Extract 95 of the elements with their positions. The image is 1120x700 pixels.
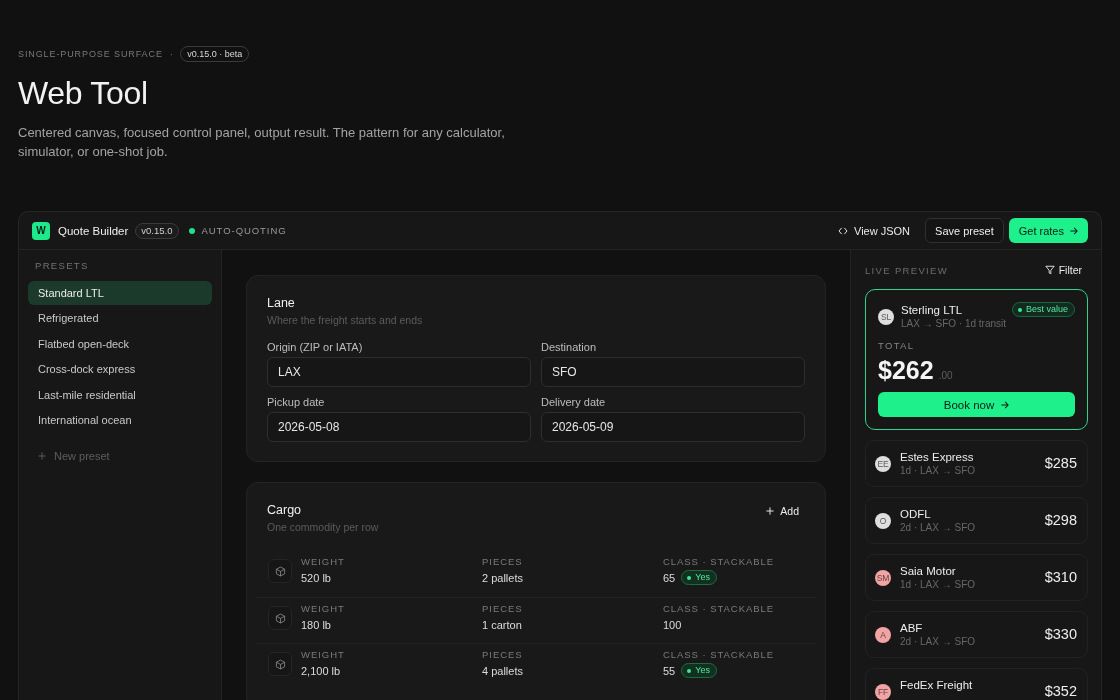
field-label: Pickup date (267, 396, 326, 409)
column-label: CLASS · STACKABLE (663, 603, 775, 615)
carrier-avatar: FF (875, 684, 891, 700)
price-cents: .00 (938, 370, 953, 381)
total-price: $262 (878, 356, 934, 384)
cube-icon (268, 559, 292, 583)
column-label: PIECES (482, 649, 524, 661)
filter-button[interactable]: Filter (1044, 264, 1088, 276)
field-label: Delivery date (541, 396, 607, 409)
quote-card[interactable]: O ODFL 2d · LAX → SFO $298 (865, 497, 1088, 544)
view-json-link[interactable]: View JSON (834, 218, 915, 243)
route-text: 2d · LAX → SFO (900, 521, 977, 534)
card-title: Lane (267, 296, 296, 311)
cell-value: 65 (663, 570, 676, 585)
get-rates-button[interactable]: Get rates (1008, 218, 1088, 243)
carrier-avatar: SL (878, 309, 894, 325)
carrier-name: Sterling LTL (901, 303, 963, 317)
arrow-icon (1001, 400, 1010, 409)
route-text: LAX → SFO · 1d transit (901, 317, 1008, 330)
plus-icon (766, 507, 775, 515)
card-subtitle: Where the freight starts and ends (267, 314, 424, 327)
status-text: AUTO-QUOTING (201, 225, 287, 236)
column-label: WEIGHT (301, 649, 346, 661)
version-badge: v0.15.0 (135, 222, 179, 239)
stackable-label: Yes (695, 665, 710, 676)
carrier-name: Saia Motor (900, 564, 957, 578)
cell-value: 100 (663, 617, 682, 632)
column-label: WEIGHT (301, 603, 346, 615)
text-input[interactable]: 2026-05-08 (267, 412, 531, 442)
column-label: CLASS · STACKABLE (663, 649, 775, 661)
text-input[interactable]: LAX (267, 357, 531, 387)
save-preset-button[interactable]: Save preset (925, 218, 1004, 243)
quote-card[interactable]: FF FedEx Freight $352 (865, 668, 1088, 700)
carrier-avatar: EE (875, 456, 891, 472)
quote-price: $285 (1044, 455, 1077, 472)
field-label: Destination (541, 341, 598, 354)
total-label: TOTAL (878, 340, 916, 352)
eyebrow-text: SINGLE-PURPOSE SURFACE (18, 49, 163, 59)
carrier-name: ODFL (900, 507, 932, 521)
separator-text: · (169, 48, 174, 60)
column-label: PIECES (482, 603, 524, 615)
column-label: WEIGHT (301, 556, 346, 568)
best-value-label: Best value (1025, 304, 1068, 315)
preset-item[interactable]: Cross-dock express (28, 357, 212, 381)
cell-value: 2,100 lb (301, 663, 341, 678)
quote-price: $352 (1044, 683, 1077, 700)
route-text: 2d · LAX → SFO (900, 635, 977, 648)
plus-icon (38, 452, 46, 460)
preset-item[interactable]: International ocean (28, 408, 212, 432)
carrier-avatar: A (875, 627, 891, 643)
preset-item[interactable]: Standard LTL (28, 281, 212, 305)
column-label: CLASS · STACKABLE (663, 556, 775, 568)
sidebar-heading: PRESETS (34, 259, 90, 273)
route-text: 1d · LAX → SFO (900, 464, 977, 477)
carrier-avatar: SM (875, 570, 891, 586)
cell-value: 520 lb (301, 570, 331, 585)
cube-icon (268, 606, 292, 630)
page-title: Web Tool (18, 74, 149, 112)
carrier-name: FedEx Freight (900, 678, 974, 692)
preset-item[interactable]: Flatbed open-deck (28, 332, 212, 356)
cell-value: 2 pallets (482, 570, 523, 585)
card-title: Cargo (267, 503, 303, 518)
carrier-name: Estes Express (900, 450, 975, 464)
quote-price: $310 (1044, 569, 1077, 586)
code-icon (838, 226, 848, 235)
dot-icon (687, 668, 692, 673)
route-text: 1d · LAX → SFO (900, 578, 977, 591)
filter-icon (1044, 265, 1055, 275)
text-input[interactable]: 2026-05-09 (541, 412, 805, 442)
book-now-button[interactable]: Book now (878, 392, 1075, 417)
carrier-avatar: O (875, 513, 891, 529)
card-subtitle: One commodity per row (267, 521, 379, 534)
cell-value: 1 carton (482, 617, 522, 632)
carrier-name: ABF (900, 621, 924, 635)
panel-heading: LIVE PREVIEW (865, 264, 948, 276)
page-description: Centered canvas, focused control panel, output result. The pattern for any calculator, simulator, or one-shot job. (18, 124, 506, 161)
cell-value: 4 pallets (482, 663, 523, 678)
field-label: Origin (ZIP or IATA) (267, 341, 364, 354)
app-logo: W (32, 221, 50, 240)
stackable-label: Yes (695, 572, 710, 583)
preset-item[interactable]: Refrigerated (28, 306, 212, 330)
quote-price: $330 (1044, 626, 1077, 643)
arrow-icon (1070, 226, 1078, 235)
dot-icon (687, 575, 692, 580)
add-button[interactable]: Add (766, 503, 805, 517)
quote-price: $298 (1044, 512, 1077, 529)
preset-item[interactable]: Last-mile residential (28, 383, 212, 407)
app-name: Quote Builder (58, 224, 129, 237)
cube-icon (268, 652, 292, 676)
dot-icon (1017, 307, 1022, 312)
cell-value: 180 lb (301, 617, 331, 632)
column-label: PIECES (482, 556, 524, 568)
quote-card[interactable]: A ABF 2d · LAX → SFO $330 (865, 611, 1088, 658)
cell-value: 55 (663, 663, 676, 678)
text-input[interactable]: SFO (541, 357, 805, 387)
